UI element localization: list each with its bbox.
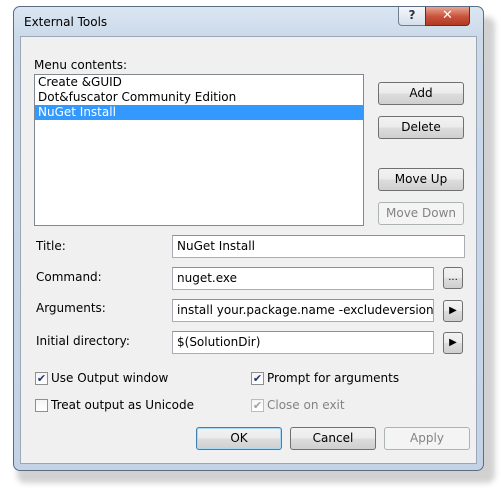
use-output-window-checkbox[interactable]: ✔ <box>35 372 48 385</box>
list-item-selected[interactable]: NuGet Install <box>35 105 363 120</box>
initial-directory-label: Initial directory: <box>36 334 130 348</box>
menu-contents-label: Menu contents: <box>34 58 127 72</box>
browse-button[interactable]: ... <box>443 267 463 289</box>
window-title: External Tools <box>24 15 108 29</box>
checkmark-icon: ✔ <box>36 372 47 385</box>
close-on-exit-label: Close on exit <box>267 398 345 412</box>
arguments-macro-button[interactable]: ▶ <box>443 300 463 322</box>
command-label: Command: <box>36 270 102 284</box>
cancel-button[interactable]: Cancel <box>290 427 376 450</box>
move-down-button[interactable]: Move Down <box>378 202 464 225</box>
initial-directory-macro-button[interactable]: ▶ <box>443 332 463 354</box>
command-field[interactable]: nuget.exe <box>172 267 434 290</box>
ok-button[interactable]: OK <box>196 427 282 450</box>
arrow-right-icon: ▶ <box>449 305 457 316</box>
move-up-button[interactable]: Move Up <box>378 168 464 191</box>
list-item[interactable]: Dot&fuscator Community Edition <box>35 90 363 105</box>
checkmark-icon: ✔ <box>252 399 263 412</box>
close-button[interactable]: ✕ <box>425 7 470 26</box>
arguments-field[interactable]: install your.package.name -excludeversio… <box>172 299 434 322</box>
treat-output-unicode-label: Treat output as Unicode <box>51 398 194 412</box>
use-output-window-label: Use Output window <box>51 371 169 385</box>
menu-contents-list[interactable]: Create &GUID Dot&fuscator Community Edit… <box>34 74 364 226</box>
apply-button[interactable]: Apply <box>384 427 470 450</box>
list-item[interactable]: Create &GUID <box>35 75 363 90</box>
add-button[interactable]: Add <box>378 82 464 105</box>
title-field[interactable]: NuGet Install <box>172 235 465 258</box>
close-on-exit-checkbox[interactable]: ✔ <box>251 399 264 412</box>
initial-directory-field[interactable]: $(SolutionDir) <box>172 331 434 354</box>
arguments-label: Arguments: <box>36 301 106 315</box>
prompt-for-arguments-label: Prompt for arguments <box>267 371 400 385</box>
dialog-client-area: Menu contents: Create &GUID Dot&fuscator… <box>20 36 477 464</box>
dialog-window: External Tools ? ✕ Menu contents: Create… <box>13 6 484 471</box>
treat-output-unicode-checkbox[interactable] <box>35 399 48 412</box>
prompt-for-arguments-checkbox[interactable]: ✔ <box>251 372 264 385</box>
arrow-right-icon: ▶ <box>449 337 457 348</box>
delete-button[interactable]: Delete <box>378 116 464 139</box>
checkmark-icon: ✔ <box>252 372 263 385</box>
help-button[interactable]: ? <box>398 7 426 26</box>
title-label: Title: <box>36 239 66 253</box>
close-icon: ✕ <box>442 8 453 23</box>
